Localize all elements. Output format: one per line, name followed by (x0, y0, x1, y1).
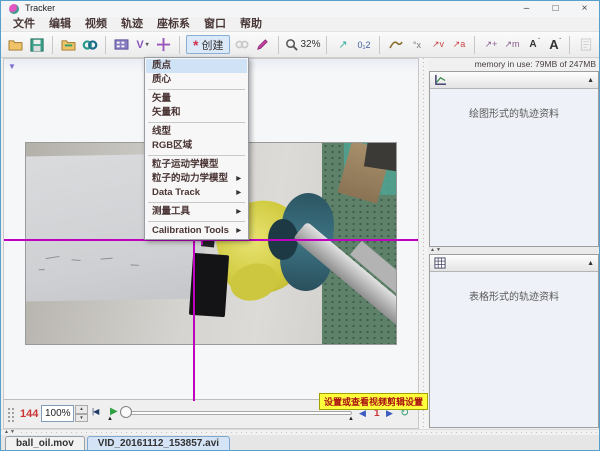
font-increase-button[interactable]: A· (544, 35, 563, 54)
submenu-arrow-icon: ▶ (236, 172, 241, 186)
trace-icon[interactable] (386, 35, 405, 54)
font-decrease-button[interactable]: A· (523, 35, 542, 54)
tab-vid-20161112[interactable]: VID_20161112_153857.avi (87, 436, 230, 451)
table-view-header[interactable]: ▲ (430, 255, 598, 272)
clip-settings-tooltip: 设置或查看视频剪辑设置 (319, 393, 428, 410)
menu-item-rgb-region[interactable]: RGB区域 (146, 139, 247, 153)
toolbar: V▾ * 创建 32% ↗ 0₁2 °x ↗v ↗a ↗+ ↗m (1, 32, 599, 58)
menu-item-dynamic-model[interactable]: 粒子的动力学模型▶ (146, 172, 247, 186)
menu-help[interactable]: 帮助 (233, 17, 269, 32)
right-panel-splitter[interactable]: ▲▼ (428, 247, 600, 254)
frame-slider-thumb[interactable] (120, 406, 132, 418)
reset-button[interactable]: |◀ (92, 407, 98, 416)
save-icon[interactable] (27, 35, 46, 54)
frame-count-label: 144 (20, 408, 38, 420)
menu-video[interactable]: 视频 (78, 17, 114, 32)
open-file-icon[interactable] (6, 35, 25, 54)
window-title: Tracker (25, 3, 55, 13)
menu-item-kinematic-model[interactable]: 粒子运动学模型 (146, 158, 247, 172)
positions-icon[interactable]: °x (407, 35, 426, 54)
track-control-toggle-icon[interactable]: ▼ (8, 62, 16, 71)
table-view-placeholder: 表格形式的轨迹资料 (430, 272, 598, 303)
create-button[interactable]: * 创建 (186, 35, 230, 54)
axes-icon[interactable] (154, 35, 173, 54)
notes-button (576, 35, 595, 54)
collapse-plot-icon[interactable]: ▲ (587, 77, 594, 84)
paste-data-icon[interactable] (80, 35, 99, 54)
submenu-arrow-icon: ▶ (236, 224, 241, 238)
tab-ball-oil[interactable]: ball_oil.mov (5, 436, 85, 451)
tracker-app-icon (9, 4, 19, 14)
plot-chart-icon (434, 74, 447, 86)
create-menu: 质点 质心 矢量 矢量和 线型 RGB区域 粒子运动学模型 粒子的动力学模型▶ … (144, 57, 249, 240)
step-numbers-icon[interactable]: 0₁2 (354, 35, 373, 54)
menu-item-center-of-mass[interactable]: 质心 (146, 73, 247, 87)
menu-item-data-track[interactable]: Data Track▶ (146, 186, 247, 200)
vectors-icon[interactable]: ↗+ (481, 35, 500, 54)
table-view-pane: ▲ 表格形式的轨迹资料 (429, 254, 599, 428)
plot-view-placeholder: 绘图形式的轨迹资料 (430, 89, 598, 120)
accelerations-icon[interactable]: ↗a (449, 35, 468, 54)
tracker-window: Tracker – □ × 文件 编辑 视频 轨迹 座标系 窗口 帮助 V▾ (0, 0, 600, 451)
menu-bar: 文件 编辑 视频 轨迹 座标系 窗口 帮助 (1, 17, 599, 32)
play-rate-input[interactable]: 100% (41, 405, 74, 422)
collapse-table-icon[interactable]: ▲ (587, 260, 594, 267)
frame-slider-track[interactable] (126, 411, 352, 415)
drawings-icon[interactable] (253, 35, 272, 54)
vertical-splitter[interactable] (419, 58, 428, 429)
clip-out-marker[interactable]: ▲ (348, 416, 354, 422)
table-grid-icon (434, 257, 446, 269)
velocities-icon[interactable]: ↗v (428, 35, 447, 54)
memory-status: memory in use: 79MB of 247MB (428, 58, 600, 71)
menu-item-vector[interactable]: 矢量 (146, 92, 247, 106)
tab-bar: ball_oil.mov VID_20161112_153857.avi (1, 435, 599, 451)
menu-window[interactable]: 窗口 (197, 17, 233, 32)
player-grip-handle[interactable] (7, 407, 16, 422)
calibration-tools-icon[interactable]: V▾ (133, 35, 152, 54)
close-button[interactable]: × (570, 1, 599, 17)
trails-icon[interactable]: ↗ (333, 35, 352, 54)
zoom-value: 32% (300, 39, 320, 50)
menu-item-point-mass[interactable]: 质点 (146, 59, 247, 73)
zoom-button[interactable]: 32% (285, 38, 320, 51)
menu-coords[interactable]: 座标系 (150, 17, 197, 32)
menu-item-measuring-tools[interactable]: 测量工具▶ (146, 205, 247, 219)
track-control-icon (232, 35, 251, 54)
title-bar[interactable]: Tracker – □ × (1, 1, 599, 17)
plot-view-pane: ▲ 绘图形式的轨迹资料 (429, 71, 599, 247)
menu-item-calibration-tools[interactable]: Calibration Tools▶ (146, 224, 247, 238)
spin-down-icon[interactable]: ▼ (75, 414, 88, 423)
momenta-icon[interactable]: ↗m (502, 35, 521, 54)
submenu-arrow-icon: ▶ (236, 205, 241, 219)
open-library-icon[interactable] (59, 35, 78, 54)
menu-tracks[interactable]: 轨迹 (114, 17, 150, 32)
rate-spinner[interactable]: ▲ ▼ (75, 405, 88, 422)
plot-view-header[interactable]: ▲ (430, 72, 598, 89)
menu-item-vector-sum[interactable]: 矢量和 (146, 106, 247, 120)
create-star-icon: * (193, 40, 198, 50)
clip-settings-icon[interactable] (112, 35, 131, 54)
chevron-down-icon: ▾ (146, 41, 149, 48)
minimize-button[interactable]: – (512, 1, 541, 17)
maximize-button[interactable]: □ (541, 1, 570, 17)
spin-up-icon[interactable]: ▲ (75, 405, 88, 414)
menu-file[interactable]: 文件 (6, 17, 42, 32)
clip-in-marker[interactable]: ▲ (107, 416, 113, 422)
submenu-arrow-icon: ▶ (236, 186, 241, 200)
metal-bracket-shape (364, 142, 397, 172)
menu-edit[interactable]: 编辑 (42, 17, 78, 32)
right-panel: memory in use: 79MB of 247MB ▲ 绘图形式的轨迹资料… (428, 58, 600, 429)
menu-item-line-profile[interactable]: 线型 (146, 125, 247, 139)
magnifier-icon (285, 38, 298, 51)
